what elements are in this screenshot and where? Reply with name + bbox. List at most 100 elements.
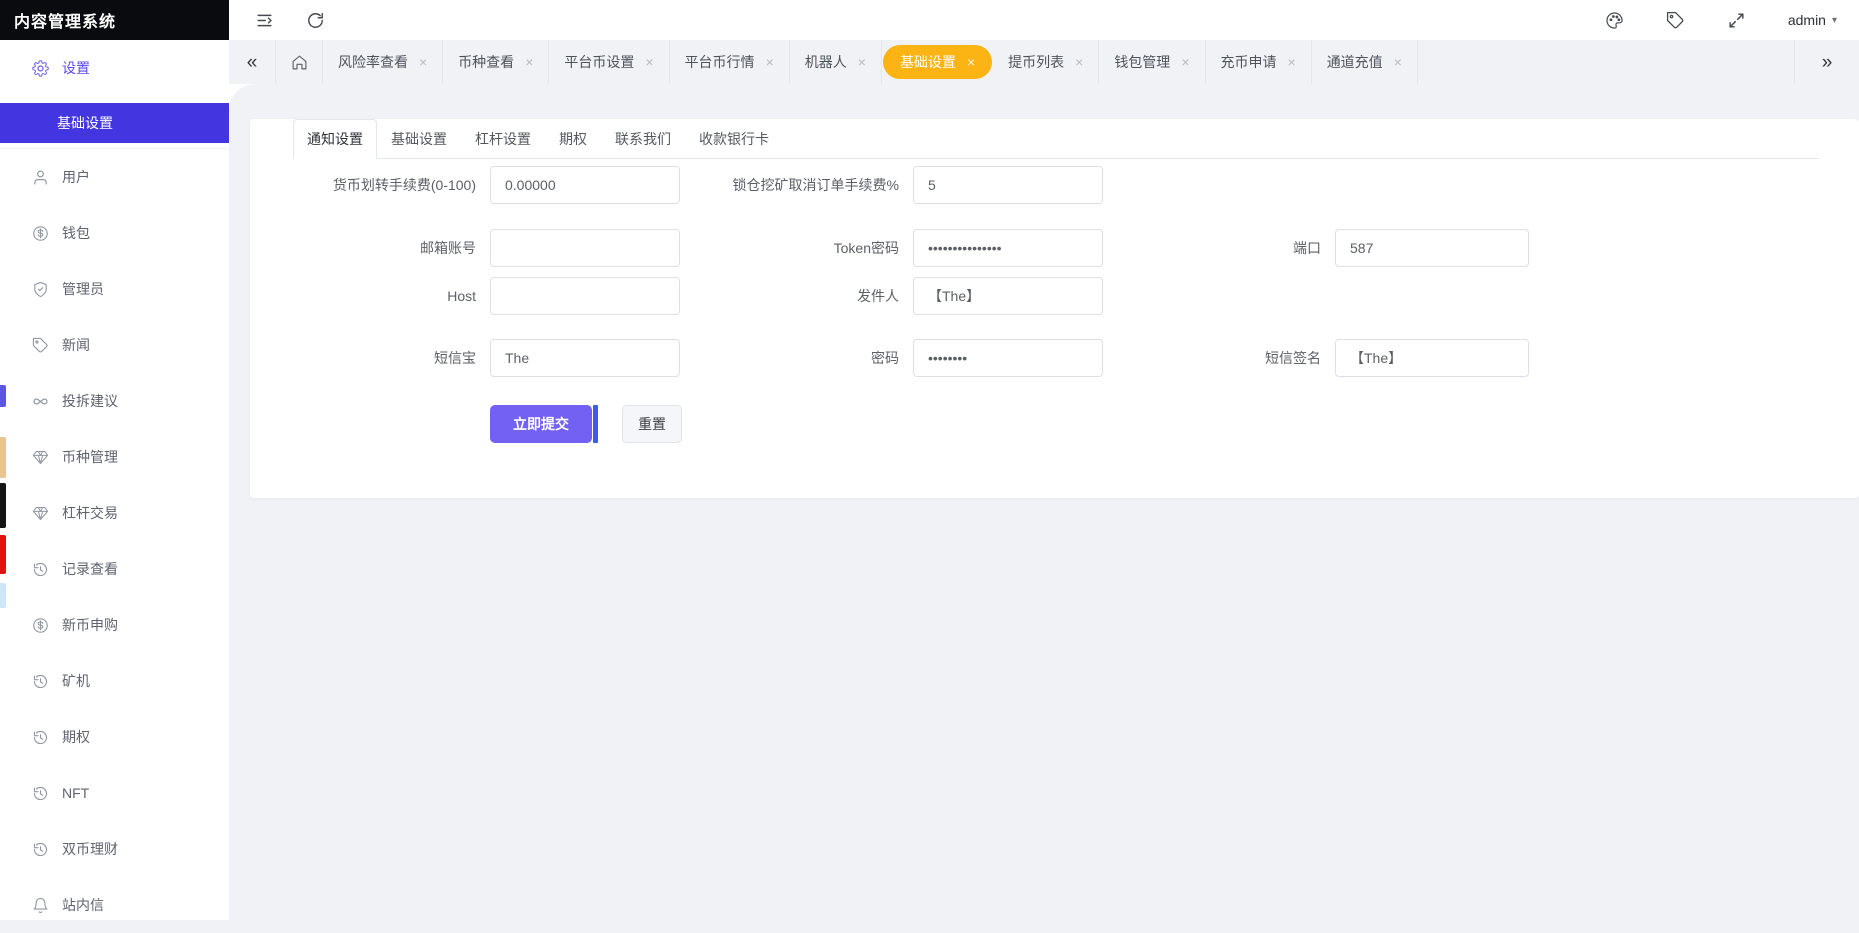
nav-tab-platform-coin-settings[interactable]: 平台币设置 × xyxy=(549,40,670,84)
tab-leverage-settings[interactable]: 杠杆设置 xyxy=(461,119,545,159)
nav-tab-label: 通道充值 xyxy=(1326,54,1383,70)
token-password-input[interactable] xyxy=(913,229,1103,267)
sidebar-item-label: NFT xyxy=(62,785,90,801)
tag-icon[interactable] xyxy=(1666,11,1685,30)
sidebar-item-settings[interactable]: 设置 xyxy=(0,48,229,88)
nav-tab-label: 币种查看 xyxy=(458,54,515,70)
edge-color-block xyxy=(0,385,6,407)
home-icon xyxy=(291,54,308,71)
sms-bao-label: 短信宝 xyxy=(434,350,476,366)
tab-label: 杠杆设置 xyxy=(475,131,531,147)
mining-cancel-fee-label: 锁仓挖矿取消订单手续费% xyxy=(732,177,899,193)
tab-label: 期权 xyxy=(559,131,587,147)
nav-tab-channel-recharge[interactable]: 通道充值 × xyxy=(1312,40,1418,84)
tag-icon xyxy=(32,337,49,354)
tab-options[interactable]: 期权 xyxy=(545,119,601,159)
nav-tab-coin-view[interactable]: 币种查看 × xyxy=(443,40,550,84)
sidebar-item-dual-currency[interactable]: 双币理财 xyxy=(0,821,229,877)
nav-tab-risk-rate[interactable]: 风险率查看 × xyxy=(323,40,444,84)
sidebar-item-admins[interactable]: 管理员 xyxy=(0,261,229,317)
sidebar-item-label: 双币理财 xyxy=(62,841,118,857)
fullscreen-icon[interactable] xyxy=(1727,11,1746,30)
email-account-input[interactable] xyxy=(490,229,680,267)
host-input[interactable] xyxy=(490,277,680,315)
close-icon[interactable]: × xyxy=(766,55,774,69)
history-icon xyxy=(32,729,49,746)
tab-basic-settings[interactable]: 基础设置 xyxy=(377,119,461,159)
sidebar-item-site-message[interactable]: 站内信 xyxy=(0,877,229,933)
port-label: 端口 xyxy=(1293,240,1321,256)
nav-tab-deposit-request[interactable]: 充币申请 × xyxy=(1206,40,1312,84)
sidebar-subitem-label: 基础设置 xyxy=(57,115,113,131)
tabs-more-button[interactable]: » xyxy=(1794,40,1859,84)
submit-button[interactable]: 立即提交 xyxy=(490,405,598,443)
sidebar-item-leverage-trading[interactable]: 杠杆交易 xyxy=(0,485,229,541)
refresh-icon[interactable] xyxy=(306,11,325,30)
password-input[interactable] xyxy=(913,339,1103,377)
edge-color-block xyxy=(0,583,6,608)
sidebar-item-label: 设置 xyxy=(62,60,90,76)
home-tab[interactable] xyxy=(276,40,323,84)
mining-cancel-fee-input[interactable] xyxy=(913,166,1103,204)
close-icon[interactable]: × xyxy=(419,55,427,69)
close-icon[interactable]: × xyxy=(967,55,975,69)
close-icon[interactable]: × xyxy=(525,55,533,69)
sms-bao-input[interactable] xyxy=(490,339,680,377)
sidebar-item-users[interactable]: 用户 xyxy=(0,149,229,205)
sidebar-item-feedback[interactable]: 投拆建议 xyxy=(0,373,229,429)
settings-tabs: 通知设置 基础设置 杠杆设置 期权 联系我们 收款银行卡 xyxy=(293,119,1819,159)
sidebar-collapse-icon[interactable] xyxy=(255,11,274,30)
edge-color-block xyxy=(0,483,6,528)
form-actions: 立即提交 重置 xyxy=(490,405,1859,443)
user-menu[interactable]: admin ▾ xyxy=(1788,12,1837,28)
sidebar-item-label: 管理员 xyxy=(62,281,104,297)
nav-tab-label: 基础设置 xyxy=(899,54,956,70)
sidebar-item-nft[interactable]: NFT xyxy=(0,765,229,821)
reset-button[interactable]: 重置 xyxy=(622,405,682,443)
history-icon xyxy=(32,841,49,858)
tab-label: 收款银行卡 xyxy=(699,131,769,147)
nav-tab-platform-coin-market[interactable]: 平台币行情 × xyxy=(670,40,790,84)
sidebar-item-label: 钱包 xyxy=(62,225,90,241)
settings-card: 通知设置 基础设置 杠杆设置 期权 联系我们 收款银行卡 货币划转手续费(0-1… xyxy=(250,119,1859,498)
sidebar-item-wallet[interactable]: 钱包 xyxy=(0,205,229,261)
tabs-scroll-left-button[interactable]: « xyxy=(229,40,276,84)
notification-settings-form: 货币划转手续费(0-100) 锁仓挖矿取消订单手续费% 邮箱账号 Token密码… xyxy=(250,166,1859,443)
password-label: 密码 xyxy=(871,350,899,366)
sidebar-item-options[interactable]: 期权 xyxy=(0,709,229,765)
sidebar-subitem-basic-settings[interactable]: 基础设置 xyxy=(0,103,229,143)
nav-tab-label: 平台币行情 xyxy=(684,54,755,70)
close-icon[interactable]: × xyxy=(1394,55,1402,69)
tab-receiving-bank-card[interactable]: 收款银行卡 xyxy=(685,119,783,159)
sidebar-item-label: 期权 xyxy=(62,729,90,745)
sidebar-item-label: 新闻 xyxy=(62,337,90,353)
sidebar-item-news[interactable]: 新闻 xyxy=(0,317,229,373)
close-icon[interactable]: × xyxy=(645,55,653,69)
sender-input[interactable] xyxy=(913,277,1103,315)
close-icon[interactable]: × xyxy=(1288,55,1296,69)
theme-palette-icon[interactable] xyxy=(1605,11,1624,30)
port-input[interactable] xyxy=(1335,229,1529,267)
nav-tab-label: 提币列表 xyxy=(1008,54,1065,70)
sidebar-item-label: 站内信 xyxy=(62,897,104,913)
nav-tab-label: 机器人 xyxy=(804,54,847,70)
sms-signature-input[interactable] xyxy=(1335,339,1529,377)
sidebar-item-records[interactable]: 记录查看 xyxy=(0,541,229,597)
nav-tab-wallet-management[interactable]: 钱包管理 × xyxy=(1099,40,1206,84)
nav-tab-withdraw-list[interactable]: 提币列表 × xyxy=(993,40,1100,84)
transfer-fee-input[interactable] xyxy=(490,166,680,204)
nav-tab-basic-settings-active[interactable]: 基础设置 × xyxy=(882,45,993,79)
sidebar-item-coin-management[interactable]: 币种管理 xyxy=(0,429,229,485)
close-icon[interactable]: × xyxy=(858,55,866,69)
user-icon xyxy=(32,169,49,186)
gem-icon xyxy=(32,449,49,466)
sidebar-menu: 设置 基础设置 用户 钱包 管理员 新闻 投拆建议 币种管理 杠杆交易 记录查看… xyxy=(0,40,229,933)
close-icon[interactable]: × xyxy=(1075,55,1083,69)
tab-notification-settings[interactable]: 通知设置 xyxy=(293,119,377,159)
sidebar: 内容管理系统 设置 基础设置 用户 钱包 管理员 新闻 投拆建议 币种管理 杠杆… xyxy=(0,0,229,920)
sidebar-item-new-coin-subscription[interactable]: 新币申购 xyxy=(0,597,229,653)
tab-contact-us[interactable]: 联系我们 xyxy=(601,119,685,159)
sidebar-item-mining-machine[interactable]: 矿机 xyxy=(0,653,229,709)
close-icon[interactable]: × xyxy=(1181,55,1189,69)
nav-tab-robot[interactable]: 机器人 × xyxy=(790,40,882,84)
